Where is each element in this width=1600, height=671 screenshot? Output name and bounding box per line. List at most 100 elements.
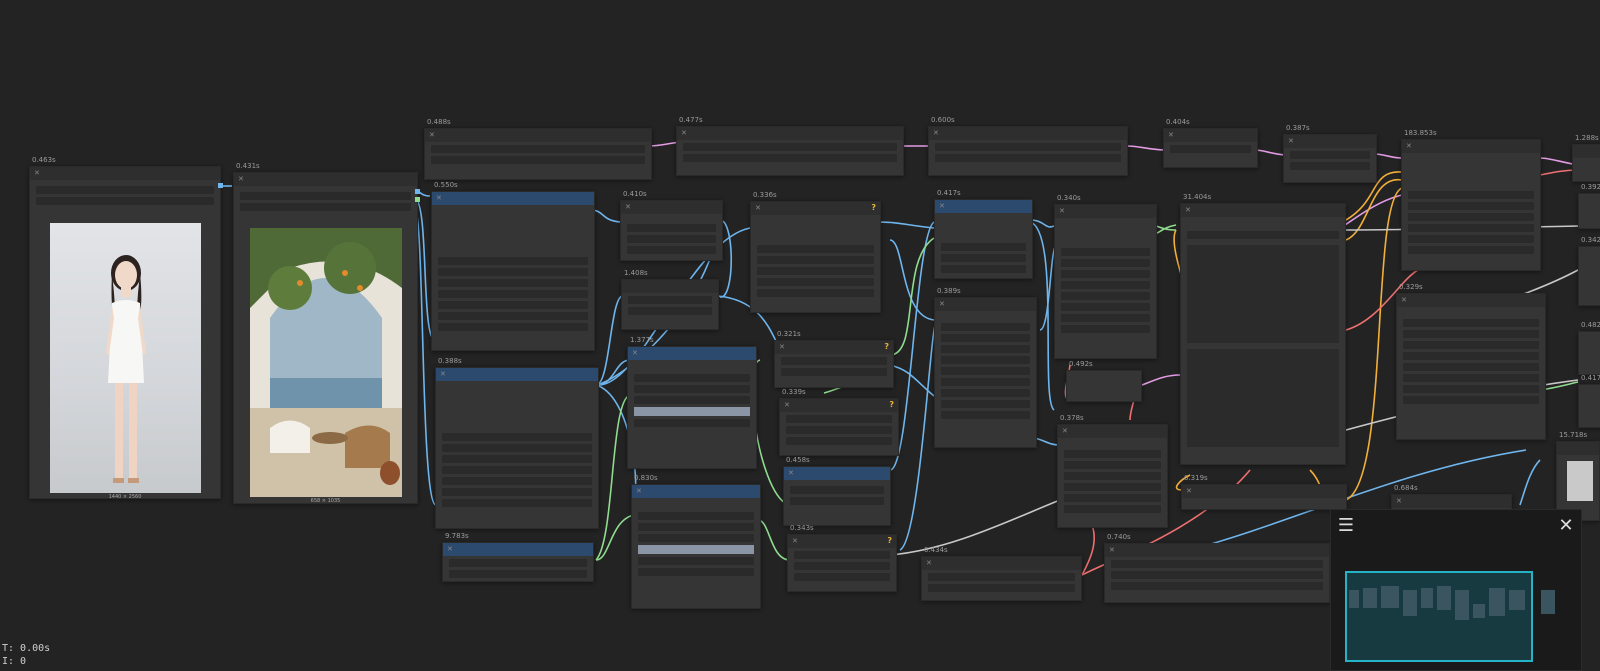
collapse-icon[interactable]: ✕: [784, 401, 790, 409]
widget-row[interactable]: [628, 307, 712, 315]
node-title-bar[interactable]: ✕: [432, 192, 594, 205]
node-title-bar[interactable]: ✕: [30, 167, 220, 180]
node-title-bar[interactable]: ✕: [1284, 135, 1376, 148]
widget-row[interactable]: [634, 385, 750, 393]
graph-node[interactable]: 0.342s: [1578, 236, 1600, 306]
graph-node[interactable]: 0.404s ✕: [1163, 118, 1258, 168]
graph-node[interactable]: 31.404s ✕: [1180, 193, 1346, 465]
collapse-icon[interactable]: ✕: [939, 202, 945, 210]
widget-row[interactable]: [941, 411, 1030, 419]
widget-row[interactable]: [442, 466, 592, 474]
widget-row[interactable]: [627, 246, 716, 254]
graph-node[interactable]: 0.417s ✕: [934, 189, 1033, 279]
node-title-bar[interactable]: ✕: [621, 201, 722, 214]
load-image-node-2[interactable]: 0.431s ✕ 658 × 1035: [233, 162, 420, 504]
widget-row[interactable]: [941, 389, 1030, 397]
graph-node[interactable]: 0.417s: [1578, 374, 1600, 428]
widget-row[interactable]: [1064, 461, 1161, 469]
graph-node[interactable]: 183.853s ✕: [1401, 129, 1541, 271]
widget-row[interactable]: [683, 154, 897, 162]
widget-row[interactable]: [449, 570, 587, 578]
node-title-bar[interactable]: ✕: [922, 557, 1081, 570]
widget-row[interactable]: [1061, 248, 1150, 256]
node-title-bar[interactable]: ✕: [1397, 294, 1545, 307]
minimap-panel[interactable]: ☰ ✕: [1330, 509, 1582, 671]
minimap-viewport[interactable]: [1345, 571, 1533, 662]
widget-row[interactable]: [794, 551, 890, 559]
widget-row[interactable]: [781, 357, 887, 365]
graph-node[interactable]: 0.319s ✕: [1181, 474, 1347, 510]
widget-row[interactable]: [638, 523, 754, 531]
node-title-bar[interactable]: ✕: [1055, 205, 1156, 218]
widget-row[interactable]: [794, 573, 890, 581]
graph-node[interactable]: 1.377s ✕: [627, 336, 757, 469]
graph-node[interactable]: 0.387s ✕: [1283, 124, 1377, 183]
widget-row[interactable]: [442, 444, 592, 452]
collapse-icon[interactable]: ✕: [625, 203, 631, 211]
collapse-icon[interactable]: ✕: [1168, 131, 1174, 139]
node-title-bar[interactable]: ✕: [935, 200, 1032, 213]
load-image-node-1[interactable]: 0.463s ✕ 1440 × 2560: [29, 156, 223, 500]
collapse-icon[interactable]: ✕: [447, 545, 453, 553]
node-title-bar[interactable]: ✕: [1402, 140, 1540, 153]
collapse-icon[interactable]: ✕: [1396, 497, 1402, 505]
node-title-bar[interactable]: [1573, 145, 1600, 158]
widget-row[interactable]: [1064, 472, 1161, 480]
collapse-icon[interactable]: ✕: [1062, 427, 1068, 435]
widget-row[interactable]: [634, 374, 750, 382]
widget-row[interactable]: [1061, 314, 1150, 322]
graph-node[interactable]: 0.336s ✕?: [750, 191, 881, 313]
widget-row[interactable]: [941, 400, 1030, 408]
widget-row[interactable]: [438, 290, 588, 298]
widget-row[interactable]: [438, 279, 588, 287]
node-title-bar[interactable]: ✕: [436, 368, 598, 381]
graph-node[interactable]: 0.339s ✕?: [779, 388, 899, 456]
widget-row[interactable]: [442, 477, 592, 485]
widget-row[interactable]: [1403, 396, 1539, 404]
collapse-icon[interactable]: ✕: [636, 487, 642, 495]
widget-row[interactable]: [757, 289, 874, 297]
widget-row[interactable]: [786, 437, 892, 445]
collapse-icon[interactable]: ✕: [1109, 546, 1115, 554]
widget-row[interactable]: [431, 145, 645, 153]
graph-node[interactable]: 1.408s: [621, 269, 719, 330]
graph-node[interactable]: 0.392s: [1578, 183, 1600, 229]
node-title-bar[interactable]: ✕: [677, 127, 903, 140]
widget-row[interactable]: [438, 257, 588, 265]
widget-row[interactable]: [928, 573, 1075, 581]
widget-row[interactable]: [431, 156, 645, 164]
graph-node[interactable]: 0.488s ✕: [424, 118, 652, 180]
node-title-bar[interactable]: ✕?: [780, 399, 898, 412]
node-title-bar[interactable]: ✕?: [775, 341, 893, 354]
collapse-icon[interactable]: ✕: [755, 204, 761, 212]
widget-row[interactable]: [442, 433, 592, 441]
widget-row[interactable]: [638, 512, 754, 520]
widget-row[interactable]: [1064, 505, 1161, 513]
widget-row[interactable]: [438, 301, 588, 309]
widget-row[interactable]: [935, 154, 1121, 162]
widget-row[interactable]: [634, 396, 750, 404]
node-title-bar[interactable]: ✕: [628, 347, 756, 360]
widget-row[interactable]: [438, 312, 588, 320]
widget-row[interactable]: [638, 534, 754, 542]
graph-node[interactable]: 0.740s ✕: [1104, 533, 1330, 603]
graph-node[interactable]: 0.600s ✕: [928, 116, 1128, 176]
node-title-bar[interactable]: [622, 280, 718, 293]
collapse-icon[interactable]: ✕: [1186, 487, 1192, 495]
node-title-bar[interactable]: ✕: [1181, 204, 1345, 217]
widget-row[interactable]: [438, 268, 588, 276]
widget-row[interactable]: [683, 143, 897, 151]
widget-row[interactable]: [1408, 202, 1534, 210]
collapse-icon[interactable]: ✕: [1185, 206, 1191, 214]
collapse-icon[interactable]: ✕: [1059, 207, 1065, 215]
graph-node[interactable]: 0.410s ✕: [620, 190, 723, 261]
collapse-icon[interactable]: ✕: [1401, 296, 1407, 304]
collapse-icon[interactable]: ✕: [926, 559, 932, 567]
widget-row[interactable]: [1061, 303, 1150, 311]
widget-row[interactable]: [786, 415, 892, 423]
graph-node[interactable]: 0.340s ✕: [1054, 194, 1157, 359]
widget-row[interactable]: [941, 243, 1026, 251]
widget-row[interactable]: [1408, 191, 1534, 199]
widget-row[interactable]: [1111, 582, 1323, 590]
node-title-bar[interactable]: ✕?: [788, 535, 896, 548]
